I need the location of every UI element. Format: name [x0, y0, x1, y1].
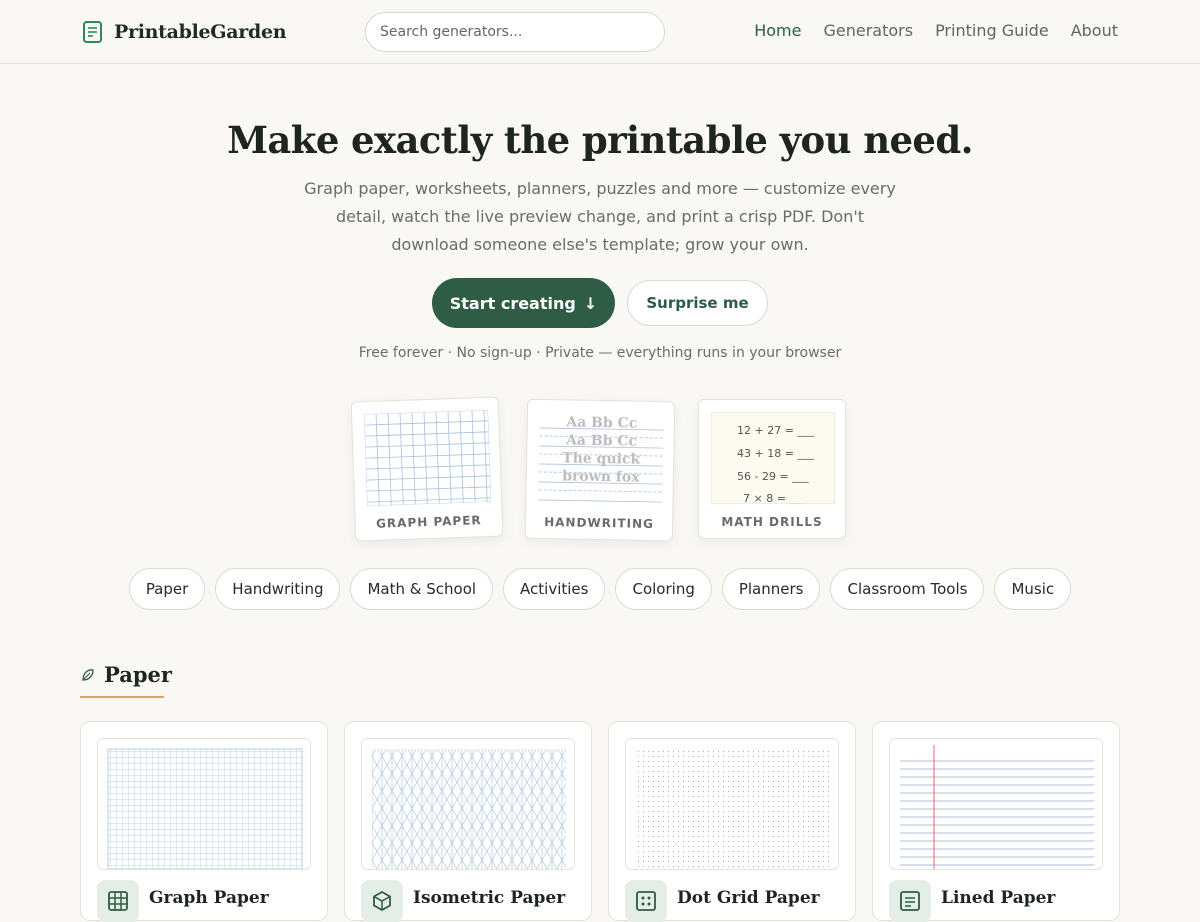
tool-card-title: Graph Paper — [149, 888, 269, 908]
arrow-down-icon: ↓ — [583, 293, 598, 313]
nav-printing-guide[interactable]: Printing Guide — [935, 21, 1049, 40]
tool-card-isometric-paper[interactable]: Isometric Paper — [344, 721, 592, 922]
math-line-2: 43 + 18 = ___ — [737, 447, 814, 460]
tool-card-title: Lined Paper — [941, 888, 1056, 908]
handwriting-line-4: brown fox — [562, 468, 640, 485]
nav-about[interactable]: About — [1071, 21, 1118, 40]
tool-card-title: Dot Grid Paper — [677, 888, 820, 908]
lined-icon — [889, 880, 931, 922]
handwriting-line-1: Aa Bb Cc — [565, 414, 637, 431]
category-math-school[interactable]: Math & School — [350, 568, 494, 610]
section-title: Paper — [104, 662, 172, 687]
dot-grid-icon — [625, 880, 667, 922]
tool-card-graph-paper[interactable]: Graph Paper — [80, 721, 328, 922]
category-activities[interactable]: Activities — [503, 568, 606, 610]
preview-card-handwriting[interactable]: Aa Bb Cc Aa Bb Cc The quick brown fox HA… — [524, 398, 676, 542]
hero-title: Make exactly the printable you need. — [227, 118, 973, 162]
category-paper[interactable]: Paper — [128, 568, 206, 610]
grid-icon — [97, 880, 139, 922]
tool-card-lined-paper[interactable]: Lined Paper — [872, 721, 1120, 922]
surprise-me-button[interactable]: Surprise me — [627, 280, 768, 326]
notepad-leaf-icon — [83, 21, 102, 43]
handwriting-line-2: Aa Bb Cc — [565, 432, 637, 449]
lined-paper-preview — [889, 738, 1103, 870]
preview-label: MATH DRILLS — [721, 515, 823, 529]
category-coloring[interactable]: Coloring — [615, 568, 712, 610]
math-line-1: 12 + 27 = ___ — [737, 424, 814, 437]
preview-label: GRAPH PAPER — [375, 513, 482, 531]
hero-tagline: Free forever · No sign-up · Private — ev… — [358, 345, 842, 361]
search-input[interactable] — [365, 12, 665, 52]
preview-card-math-drills[interactable]: 12 + 27 = ___ 43 + 18 = ___ 56 - 29 = __… — [698, 399, 846, 539]
category-planners[interactable]: Planners — [721, 568, 821, 610]
nav-generators[interactable]: Generators — [823, 21, 913, 40]
site-header: PrintableGarden Home Generators Printing… — [0, 0, 1200, 64]
category-music[interactable]: Music — [994, 568, 1072, 610]
handwriting-line-3: The quick — [562, 450, 640, 467]
leaf-icon — [82, 668, 94, 681]
graph-paper-preview — [97, 738, 311, 870]
brand-logo[interactable]: PrintableGarden — [82, 20, 287, 44]
category-filter: Paper Handwriting Math & School Activiti… — [0, 568, 1200, 610]
section-heading-paper: Paper — [80, 662, 172, 687]
math-line-4: 7 × 8 = ___ — [743, 492, 806, 504]
preview-label: HANDWRITING — [544, 515, 655, 531]
section-underline — [80, 696, 164, 698]
nav-home[interactable]: Home — [754, 21, 801, 40]
math-drills-thumbnail: 12 + 27 = ___ 43 + 18 = ___ 56 - 29 = __… — [711, 412, 835, 504]
brand-name: PrintableGarden — [114, 21, 287, 43]
handwriting-thumbnail: Aa Bb Cc Aa Bb Cc The quick brown fox — [538, 414, 664, 503]
math-line-3: 56 - 29 = ___ — [737, 470, 809, 483]
main-nav: Home Generators Printing Guide About — [754, 21, 1118, 40]
start-creating-label: Start creating — [449, 293, 576, 313]
category-handwriting[interactable]: Handwriting — [215, 568, 341, 610]
graph-paper-thumbnail — [364, 409, 492, 507]
cube-icon — [361, 880, 403, 922]
dot-grid-paper-preview — [625, 738, 839, 870]
preview-card-graph-paper[interactable]: GRAPH PAPER — [350, 396, 504, 542]
tool-card-title: Isometric Paper — [413, 888, 566, 908]
isometric-paper-preview — [361, 738, 575, 870]
category-classroom-tools[interactable]: Classroom Tools — [830, 568, 985, 610]
hero-subtitle: Graph paper, worksheets, planners, puzzl… — [304, 179, 896, 254]
tool-card-dot-grid-paper[interactable]: Dot Grid Paper — [608, 721, 856, 922]
start-creating-button[interactable]: Start creating ↓ — [432, 278, 615, 328]
